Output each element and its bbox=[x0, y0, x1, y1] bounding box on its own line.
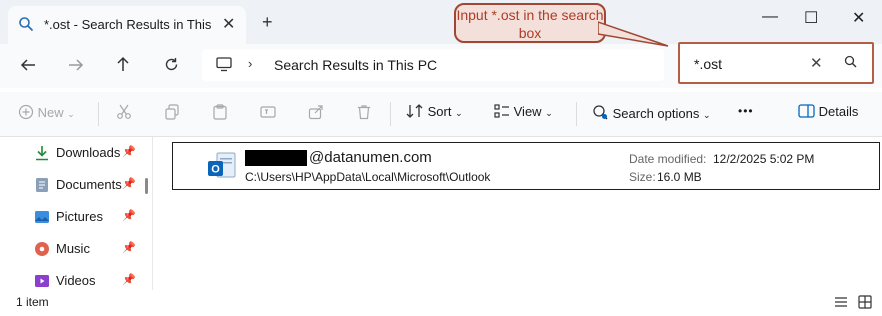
tab-close-button[interactable]: ✕ bbox=[222, 14, 235, 34]
status-bar: 1 item bbox=[0, 291, 882, 316]
outlook-data-file-icon: O bbox=[207, 149, 237, 186]
copy-button[interactable] bbox=[164, 104, 180, 123]
redacted-name bbox=[245, 150, 307, 166]
title-bar: *.ost - Search Results in This P ✕ + — ☐… bbox=[0, 0, 882, 44]
details-button[interactable]: Details bbox=[798, 104, 858, 119]
new-button[interactable]: New ⌄ bbox=[18, 104, 75, 120]
search-options-label: Search options bbox=[612, 106, 700, 121]
clear-search-button[interactable]: ✕ bbox=[810, 54, 823, 72]
refresh-icon bbox=[165, 58, 178, 71]
sidebar-item-downloads[interactable]: Downloads 📌 bbox=[34, 141, 146, 165]
arrow-left-icon bbox=[20, 59, 35, 71]
more-options-button[interactable]: ••• bbox=[738, 104, 754, 118]
search-tab-icon bbox=[18, 16, 34, 35]
size-value: 16.0 MB bbox=[657, 170, 702, 184]
scissors-icon bbox=[117, 104, 131, 119]
forward-button[interactable] bbox=[68, 56, 84, 77]
tab-title: *.ost - Search Results in This P bbox=[44, 17, 216, 32]
cut-button[interactable] bbox=[116, 104, 132, 123]
file-path: C:\Users\HP\AppData\Local\Microsoft\Outl… bbox=[245, 170, 491, 184]
search-result-item[interactable]: O @datanumen.com C:\Users\HP\AppData\Loc… bbox=[172, 142, 880, 190]
refresh-button[interactable] bbox=[164, 56, 179, 77]
sidebar-item-label: Documents bbox=[56, 177, 122, 192]
view-list-icon bbox=[494, 104, 509, 118]
breadcrumb-location[interactable]: Search Results in This PC bbox=[274, 57, 437, 73]
plus-circle-icon bbox=[18, 104, 34, 120]
date-modified-value: 12/2/2025 5:02 PM bbox=[713, 152, 815, 166]
pin-icon: 📌 bbox=[122, 178, 136, 190]
view-button[interactable]: View ⌄ bbox=[494, 104, 553, 119]
view-label: View bbox=[513, 104, 542, 119]
new-tab-button[interactable]: + bbox=[262, 12, 273, 33]
back-button[interactable] bbox=[20, 56, 36, 77]
copy-icon bbox=[165, 104, 179, 120]
share-icon bbox=[308, 105, 323, 120]
computer-icon bbox=[216, 57, 232, 75]
sort-label: Sort bbox=[427, 104, 452, 119]
sort-icon bbox=[406, 104, 423, 118]
navigation-pane: Downloads 📌 Documents 📌 Pictures 📌 Music… bbox=[0, 137, 153, 290]
sidebar-item-label: Videos bbox=[56, 273, 96, 288]
pin-icon: 📌 bbox=[122, 146, 136, 158]
up-button[interactable] bbox=[116, 56, 130, 77]
search-options-button[interactable]: Search options ⌄ bbox=[592, 104, 711, 121]
maximize-button[interactable]: ☐ bbox=[804, 8, 818, 28]
sidebar-item-pictures[interactable]: Pictures 📌 bbox=[34, 205, 146, 229]
clipboard-icon bbox=[213, 104, 227, 120]
sidebar-item-label: Music bbox=[56, 241, 90, 256]
rename-button[interactable] bbox=[260, 104, 276, 123]
command-bar: New ⌄ Sort ⌄ View ⌄ Search options ⌄ •••… bbox=[0, 92, 882, 137]
file-name: @datanumen.com bbox=[309, 149, 432, 166]
sidebar-item-videos[interactable]: Videos 📌 bbox=[34, 269, 146, 293]
pin-icon: 📌 bbox=[122, 210, 136, 222]
documents-icon bbox=[34, 177, 50, 193]
sidebar-item-music[interactable]: Music 📌 bbox=[34, 237, 146, 261]
nav-scrollbar[interactable] bbox=[145, 178, 148, 194]
pin-icon: 📌 bbox=[122, 242, 136, 254]
details-view-icon[interactable] bbox=[834, 296, 848, 311]
delete-button[interactable] bbox=[356, 104, 372, 123]
date-modified-label: Date modified: bbox=[629, 152, 707, 166]
details-pane-icon bbox=[798, 104, 815, 118]
search-options-icon bbox=[593, 105, 608, 120]
tiles-view-icon[interactable] bbox=[858, 295, 872, 312]
search-icon[interactable] bbox=[844, 55, 857, 71]
rename-icon bbox=[260, 106, 276, 118]
active-tab[interactable]: *.ost - Search Results in This P ✕ bbox=[8, 6, 246, 44]
address-field[interactable]: › Search Results in This PC bbox=[202, 49, 664, 81]
arrow-up-icon bbox=[117, 56, 129, 71]
callout-pointer bbox=[598, 21, 669, 47]
details-label: Details bbox=[818, 104, 859, 119]
minimize-button[interactable]: — bbox=[762, 8, 778, 26]
annotation-callout: Input *.ost in the search box bbox=[454, 3, 606, 43]
arrow-right-icon bbox=[69, 59, 84, 71]
paste-button[interactable] bbox=[212, 104, 228, 123]
svg-text:O: O bbox=[211, 164, 220, 176]
pictures-icon bbox=[34, 209, 50, 225]
item-count: 1 item bbox=[16, 295, 49, 309]
music-icon bbox=[34, 241, 50, 257]
size-label: Size: bbox=[629, 170, 656, 184]
sort-button[interactable]: Sort ⌄ bbox=[406, 104, 463, 119]
sidebar-item-label: Pictures bbox=[56, 209, 103, 224]
download-icon bbox=[34, 145, 50, 161]
pin-icon: 📌 bbox=[122, 274, 136, 286]
breadcrumb-chevron-icon[interactable]: › bbox=[248, 56, 252, 71]
sidebar-item-documents[interactable]: Documents 📌 bbox=[34, 173, 146, 197]
sidebar-item-label: Downloads bbox=[56, 145, 121, 160]
search-input[interactable]: *.ost bbox=[694, 56, 722, 72]
trash-icon bbox=[358, 105, 370, 120]
search-box[interactable]: *.ost ✕ bbox=[678, 42, 874, 84]
share-button[interactable] bbox=[308, 104, 324, 123]
videos-icon bbox=[34, 273, 50, 289]
new-label: New bbox=[37, 105, 64, 120]
close-window-button[interactable]: ✕ bbox=[852, 8, 865, 28]
